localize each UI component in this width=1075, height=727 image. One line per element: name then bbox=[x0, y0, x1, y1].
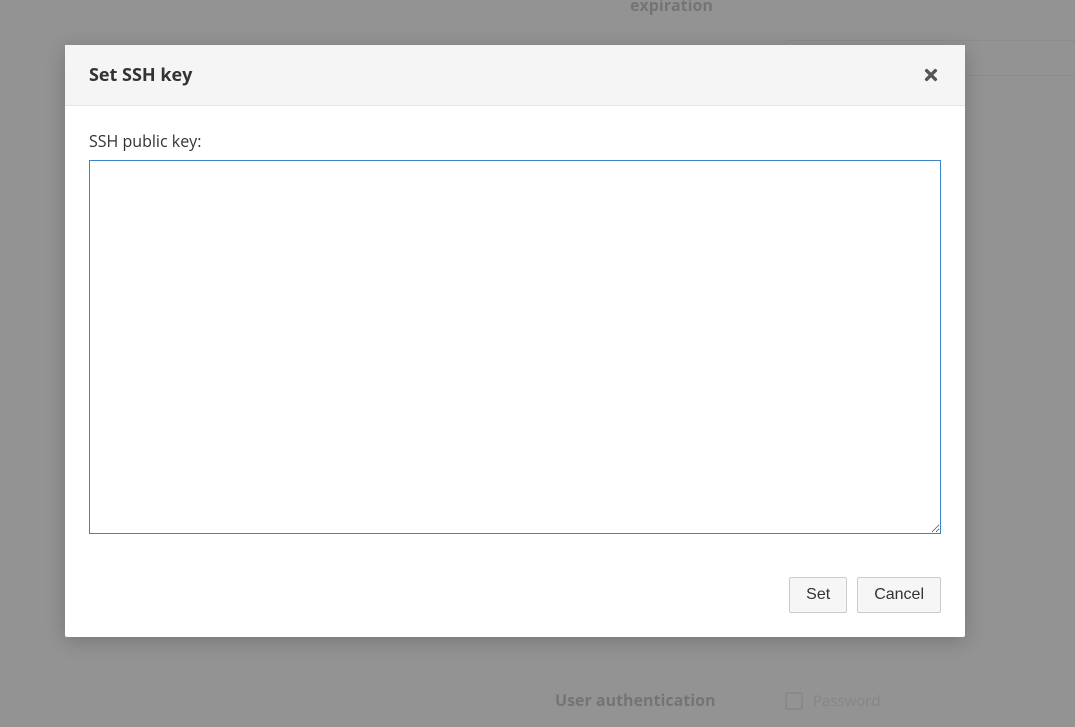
modal-header: Set SSH key bbox=[65, 45, 965, 106]
ssh-public-key-label: SSH public key: bbox=[89, 130, 941, 152]
close-icon[interactable] bbox=[921, 65, 941, 85]
modal-footer: Set Cancel bbox=[65, 563, 965, 637]
modal-title: Set SSH key bbox=[89, 63, 192, 87]
ssh-public-key-textarea[interactable] bbox=[89, 160, 941, 534]
set-button[interactable]: Set bbox=[789, 577, 847, 613]
modal-body: SSH public key: bbox=[65, 106, 965, 563]
cancel-button[interactable]: Cancel bbox=[857, 577, 941, 613]
set-ssh-key-modal: Set SSH key SSH public key: Set Cancel bbox=[65, 45, 965, 637]
